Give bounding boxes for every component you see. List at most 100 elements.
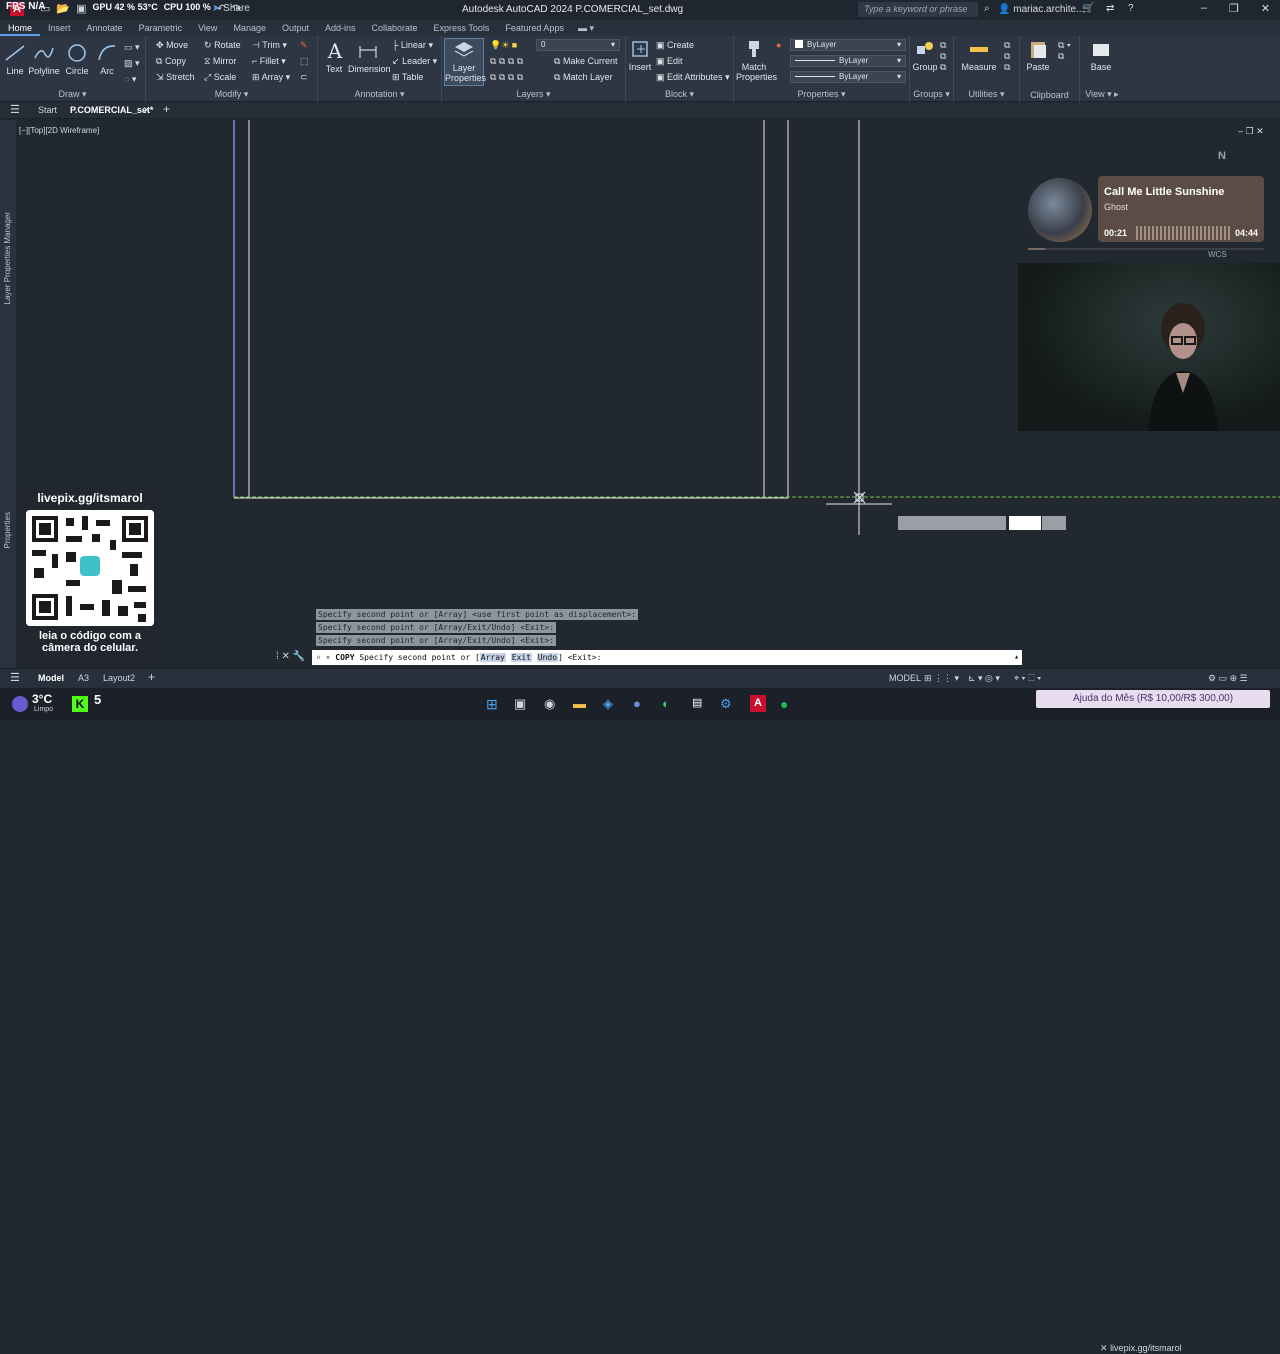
- linetype-dropdown[interactable]: ByLayer ▾: [790, 55, 906, 67]
- app-icon[interactable]: ◈: [603, 696, 613, 712]
- tab-manage[interactable]: Manage: [225, 20, 274, 36]
- group-button[interactable]: Group: [912, 38, 938, 72]
- block-panel-title[interactable]: Block ▾: [626, 89, 733, 100]
- command-history-toggle[interactable]: ▴: [1014, 652, 1019, 661]
- viewport-window-controls[interactable]: – ❐ ✕: [1238, 126, 1264, 137]
- tab-add-ins[interactable]: Add-ins: [317, 20, 364, 36]
- search-input[interactable]: Type a keyword or phrase: [858, 2, 978, 17]
- layer-state-icons[interactable]: 💡☀ ■: [490, 40, 517, 51]
- utilities-panel-title[interactable]: Utilities ▾: [954, 89, 1019, 100]
- hatch-icon[interactable]: ▨ ▾: [124, 58, 140, 69]
- ribbon-options-icon[interactable]: ▬ ▾: [572, 20, 600, 36]
- edge-icon[interactable]: ◐: [662, 696, 670, 711]
- layer-dropdown[interactable]: 0 ▾: [536, 39, 620, 51]
- windows-start-icon[interactable]: ⊞: [486, 696, 498, 713]
- close-tab-icon[interactable]: ✕: [143, 105, 151, 116]
- color-dropdown[interactable]: ByLayer ▾: [790, 39, 906, 51]
- layer-properties-button[interactable]: Layer Properties: [444, 38, 486, 86]
- model-space-toggle[interactable]: MODEL: [889, 673, 921, 683]
- tab-output[interactable]: Output: [274, 20, 317, 36]
- boundary-icon[interactable]: ◌ ▾: [124, 74, 136, 85]
- tab-annotate[interactable]: Annotate: [79, 20, 131, 36]
- layer-tools-icons-row1[interactable]: ⧉ ⧉ ⧉ ⧉: [490, 56, 523, 67]
- github-icon[interactable]: ◉: [544, 696, 555, 712]
- option-array[interactable]: Array: [479, 653, 506, 662]
- view-panel-title[interactable]: View ▾ ▸: [1080, 89, 1124, 100]
- measure-button[interactable]: Measure: [960, 38, 998, 72]
- fillet-button[interactable]: ⌐ Fillet ▾: [252, 56, 286, 67]
- copy-button[interactable]: ⧉ Copy: [156, 56, 186, 67]
- kick-icon[interactable]: K: [72, 696, 88, 712]
- search-icon[interactable]: ⌕: [984, 3, 990, 14]
- leader-dropdown[interactable]: ↙ Leader ▾: [392, 56, 437, 67]
- edit-block-button[interactable]: ▣ Edit: [656, 56, 683, 67]
- new-icon[interactable]: ▭: [40, 2, 50, 15]
- command-line-input[interactable]: ⌕ ▾ COPY Specify second point or [Array …: [312, 650, 1022, 665]
- tab-insert[interactable]: Insert: [40, 20, 79, 36]
- make-current-button[interactable]: ⧉ Make Current: [554, 56, 617, 67]
- tab-collaborate[interactable]: Collaborate: [364, 20, 426, 36]
- epic-games-icon[interactable]: ▤: [692, 696, 702, 709]
- properties-palette[interactable]: Properties: [3, 512, 12, 548]
- mirror-button[interactable]: ⧖ Mirror: [204, 56, 236, 67]
- explode-icon[interactable]: ⬚: [300, 56, 309, 67]
- file-explorer-icon[interactable]: ▬: [573, 696, 586, 711]
- spotify-icon[interactable]: ●: [780, 696, 788, 712]
- status-tools-icons[interactable]: ⚙ ▭ ⊕ ☰: [1208, 673, 1248, 684]
- tab-home[interactable]: Home: [0, 20, 41, 36]
- cart-icon[interactable]: 🛒: [1082, 3, 1094, 14]
- command-line-grip[interactable]: ⁞ ✕ 🔧: [276, 651, 305, 662]
- tab-layout-a3[interactable]: A3: [78, 673, 89, 683]
- tab-layout2[interactable]: Layout2: [103, 673, 135, 683]
- insert-button[interactable]: Insert: [628, 38, 652, 72]
- annotation-panel-title[interactable]: Annotation ▾: [318, 89, 441, 100]
- dimension-button[interactable]: Dimension: [348, 40, 391, 74]
- discord-icon[interactable]: ●: [633, 696, 641, 711]
- task-view-icon[interactable]: ▣: [514, 696, 526, 712]
- tab-model[interactable]: Model: [38, 673, 64, 683]
- modify-panel-title[interactable]: Modify ▾: [146, 89, 317, 100]
- linear-dropdown[interactable]: ├ Linear ▾: [392, 40, 433, 51]
- rectangle-icon[interactable]: ▭ ▾: [124, 42, 140, 53]
- layer-properties-manager-palette[interactable]: Layer Properties Manager: [3, 212, 12, 305]
- steam-icon[interactable]: ⚙: [720, 696, 732, 712]
- color-wheel-icon[interactable]: ●: [776, 40, 781, 50]
- match-properties-button[interactable]: Match Properties: [736, 38, 777, 82]
- maximize-button[interactable]: ❐: [1229, 2, 1239, 15]
- utilities-tools-icons[interactable]: ⧉ ⧉ ⧉: [1004, 40, 1010, 73]
- draw-panel-title[interactable]: Draw ▾: [0, 89, 145, 100]
- grid-icon[interactable]: ⊞ ⋮⋮ ▾: [924, 673, 959, 684]
- polyline-button[interactable]: Polyline: [28, 42, 60, 76]
- help-icon[interactable]: ?: [1128, 3, 1134, 14]
- scale-button[interactable]: ⤢ Scale: [204, 72, 236, 83]
- layers-panel-title[interactable]: Layers ▾: [442, 89, 625, 100]
- tab-drawing-active[interactable]: P.COMERCIAL_set*: [70, 105, 153, 115]
- erase-icon[interactable]: ✎: [300, 40, 308, 51]
- rotate-button[interactable]: ↻ Rotate: [204, 40, 241, 51]
- wcs-menu[interactable]: WCS: [1208, 250, 1227, 259]
- minimize-button[interactable]: –: [1201, 2, 1207, 15]
- tab-start[interactable]: Start: [38, 105, 57, 115]
- new-tab-button[interactable]: +: [163, 102, 170, 116]
- save-icon[interactable]: ▣: [76, 2, 86, 15]
- exchange-icon[interactable]: ⇄: [1106, 3, 1114, 14]
- move-button[interactable]: ✥ Move: [156, 40, 188, 51]
- clipboard-panel-title[interactable]: Clipboard: [1020, 90, 1079, 100]
- tab-express-tools[interactable]: Express Tools: [426, 20, 498, 36]
- tab-view[interactable]: View: [190, 20, 225, 36]
- groups-panel-title[interactable]: Groups ▾: [910, 89, 953, 100]
- circle-button[interactable]: Circle: [64, 42, 90, 76]
- option-exit[interactable]: Exit: [510, 653, 532, 662]
- close-button[interactable]: ✕: [1261, 2, 1270, 15]
- arc-button[interactable]: Arc: [96, 42, 118, 76]
- share-button[interactable]: ➤ Share: [212, 3, 250, 14]
- weather-temp[interactable]: 3°C: [32, 692, 52, 706]
- layer-tools-icons-row2[interactable]: ⧉ ⧉ ⧉ ⧉: [490, 72, 523, 83]
- array-button[interactable]: ⊞ Array ▾: [252, 72, 290, 83]
- tab-parametric[interactable]: Parametric: [131, 20, 191, 36]
- table-button[interactable]: ⊞ Table: [392, 72, 423, 83]
- match-layer-button[interactable]: ⧉ Match Layer: [554, 72, 612, 83]
- snap-icon[interactable]: ⊾ ▾ ◎ ▾: [968, 673, 1000, 684]
- group-tools-icons[interactable]: ⧉ ⧉ ⧉: [940, 40, 946, 73]
- offset-icon[interactable]: ⊂: [300, 72, 308, 83]
